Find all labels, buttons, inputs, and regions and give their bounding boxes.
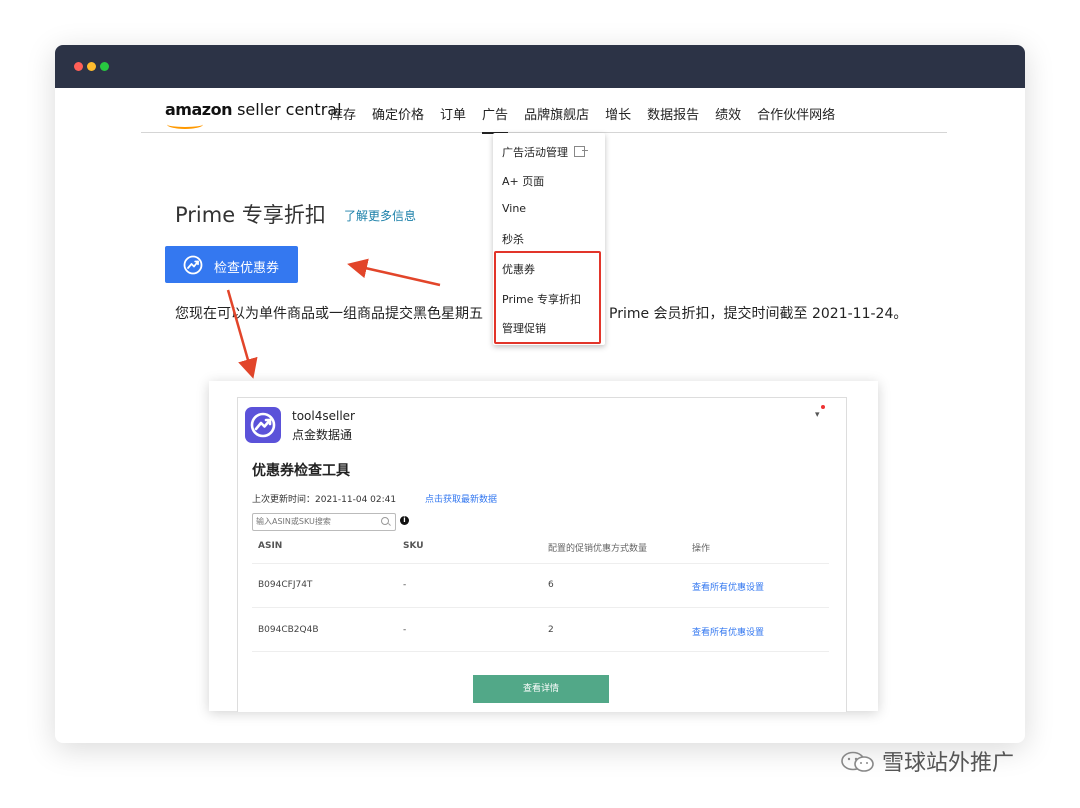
check-coupon-label: 检查优惠券 (214, 261, 280, 276)
logo-amazon-text: amazon (165, 100, 232, 119)
brand-name: tool4seller (292, 409, 355, 423)
view-all-settings-link[interactable]: 查看所有优惠设置 (692, 625, 764, 638)
external-link-icon (574, 146, 588, 157)
cell-asin: B094CFJ74T (258, 580, 313, 590)
check-coupon-button[interactable]: 检查优惠券 (165, 246, 298, 283)
amazon-smile-icon (167, 120, 203, 129)
table-row: B094CB2Q4B - 2 查看所有优惠设置 (252, 607, 829, 652)
extension-panel-inner: tool4seller 点金数据通 ▾ 优惠券检查工具 上次更新时间：2021-… (237, 397, 847, 712)
close-window-icon[interactable] (74, 62, 83, 71)
highlight-box (494, 251, 601, 344)
search-icon[interactable] (381, 517, 389, 525)
nav-item-reports[interactable]: 数据报告 (647, 104, 699, 134)
table-row: B094CFJ74T - 6 查看所有优惠设置 (252, 563, 829, 608)
maximize-window-icon[interactable] (100, 62, 109, 71)
column-header-sku: SKU (403, 541, 424, 551)
nav-item-advertising[interactable]: 广告 (482, 104, 509, 134)
amazon-seller-central-logo[interactable]: amazon seller central (165, 100, 342, 129)
page-title: Prime 专享折扣 (175, 203, 326, 227)
cell-promo-count: 2 (548, 625, 554, 635)
cell-promo-count: 6 (548, 580, 554, 590)
cell-sku: - (403, 625, 407, 635)
watermark: 雪球站外推广 (840, 745, 1014, 777)
wechat-icon (840, 751, 876, 773)
tool-title: 优惠券检查工具 (252, 463, 350, 479)
menu-item-campaign-manager[interactable]: 广告活动管理 (502, 144, 588, 160)
logo-product-text: seller central (237, 100, 342, 119)
table-bottom-divider (252, 651, 829, 652)
nav-item-brand-store[interactable]: 品牌旗舰店 (524, 104, 589, 134)
tool4seller-logo-icon (245, 407, 281, 443)
description-text-left: 您现在可以为单件商品或一组商品提交黑色星期五 (175, 306, 483, 322)
top-navigation: amazon seller central 库存 确定价格 订单 广告 品牌旗舰… (141, 88, 947, 134)
asin-search-box[interactable] (252, 513, 396, 531)
brand-subtitle: 点金数据通 (292, 428, 353, 442)
asin-search-input[interactable] (256, 515, 374, 527)
view-details-button[interactable]: 查看详情 (473, 675, 609, 703)
info-icon[interactable]: i (400, 516, 409, 525)
cell-sku: - (403, 580, 407, 590)
menu-item-lightning-deals[interactable]: 秒杀 (502, 231, 524, 247)
learn-more-link[interactable]: 了解更多信息 (344, 207, 416, 224)
column-header-asin: ASIN (258, 541, 283, 551)
column-header-promo-count: 配置的促销优惠方式数量 (548, 544, 648, 554)
nav-item-orders[interactable]: 订单 (440, 104, 466, 134)
extension-panel: tool4seller 点金数据通 ▾ 优惠券检查工具 上次更新时间：2021-… (209, 381, 878, 712)
nav-menu: 库存 确定价格 订单 广告 品牌旗舰店 增长 数据报告 绩效 合作伙伴网络 (330, 104, 851, 134)
nav-item-growth[interactable]: 增长 (605, 104, 631, 134)
trend-chart-icon (183, 255, 203, 275)
nav-item-pricing[interactable]: 确定价格 (372, 104, 424, 134)
last-update-text: 上次更新时间：2021-11-04 02:41 (252, 495, 397, 505)
nav-item-inventory[interactable]: 库存 (330, 104, 356, 134)
cell-asin: B094CB2Q4B (258, 625, 319, 635)
view-all-settings-link[interactable]: 查看所有优惠设置 (692, 580, 764, 593)
minimize-window-icon[interactable] (87, 62, 96, 71)
notification-dot-icon (821, 405, 825, 409)
nav-item-performance[interactable]: 绩效 (715, 104, 741, 134)
description-text-right: Prime 会员折扣，提交时间截至 2021-11-24。 (609, 306, 908, 322)
window-titlebar (55, 45, 1025, 88)
panel-menu-icon[interactable]: ▾ (815, 410, 820, 420)
fetch-latest-link[interactable]: 点击获取最新数据 (425, 492, 497, 505)
column-header-action: 操作 (692, 544, 711, 554)
watermark-text: 雪球站外推广 (882, 751, 1015, 776)
menu-item-a-plus[interactable]: A+ 页面 (502, 173, 544, 189)
menu-item-vine[interactable]: Vine (502, 202, 526, 215)
nav-item-partner-network[interactable]: 合作伙伴网络 (757, 104, 835, 134)
menu-item-label: 广告活动管理 (502, 146, 568, 159)
